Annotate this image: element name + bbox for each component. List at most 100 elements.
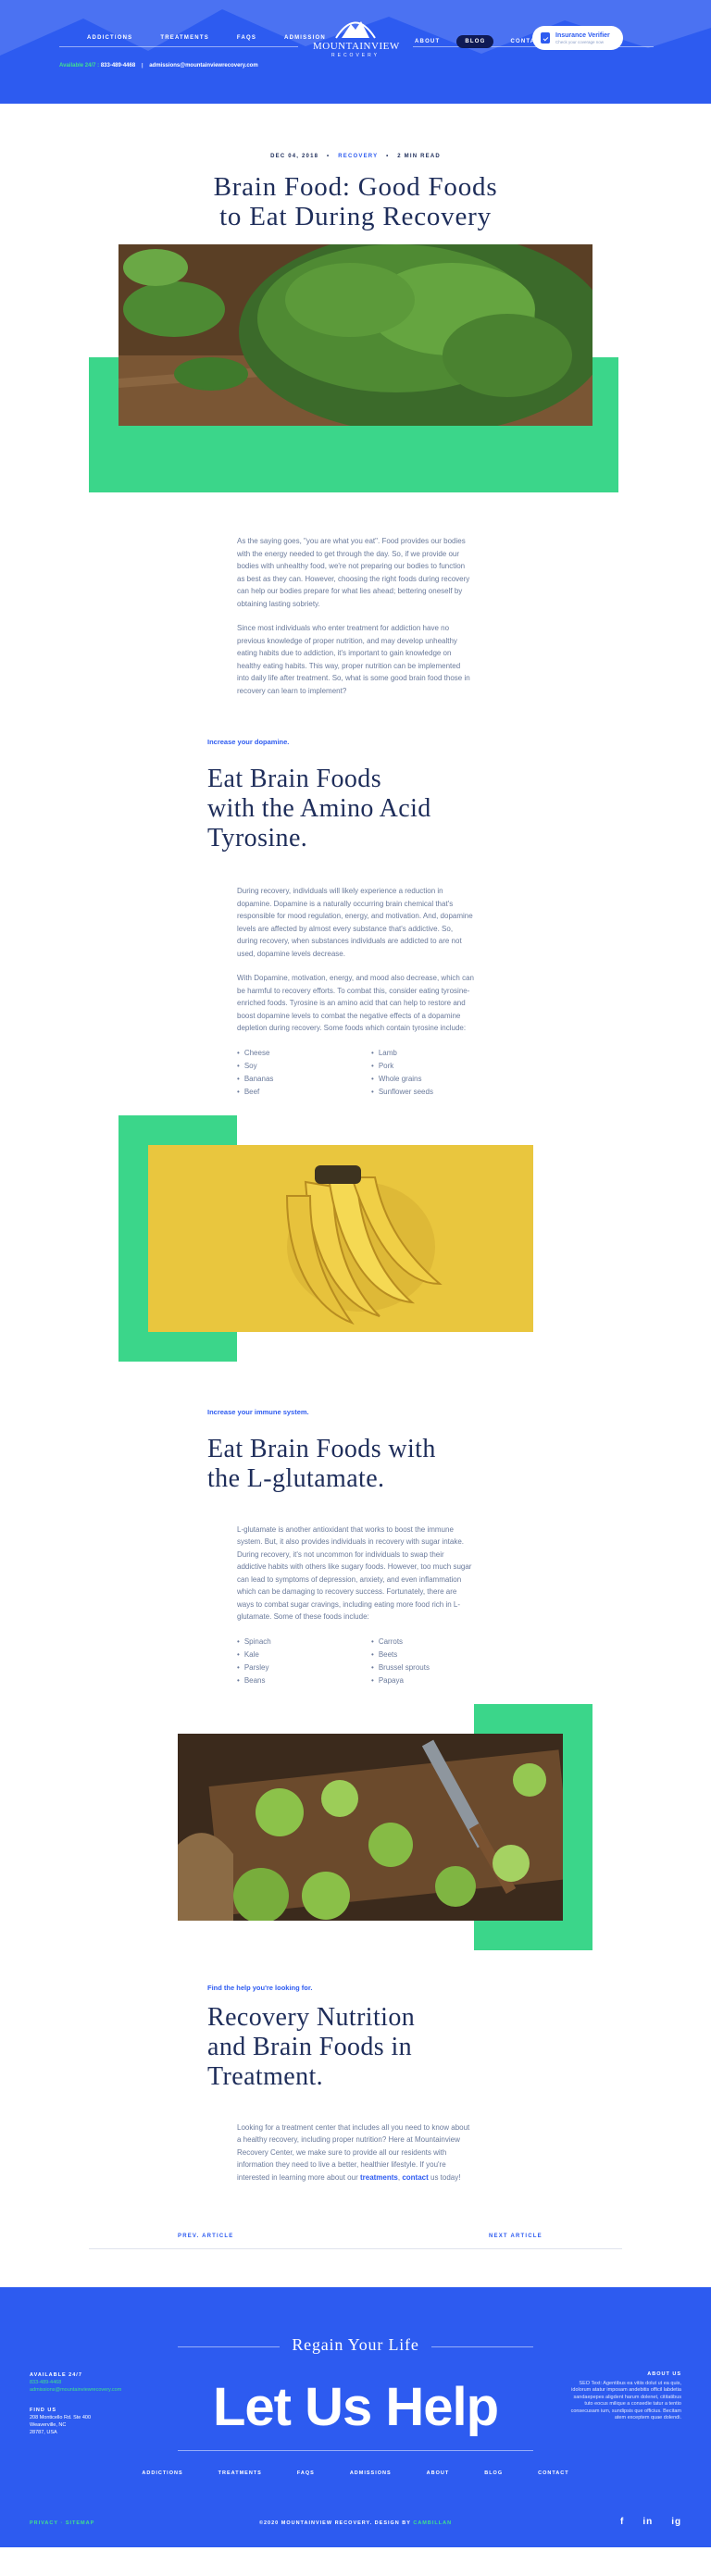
glutamate-food-list: Spinach Kale Parsley Beans Carrots Beets… [237, 1636, 711, 1687]
footer-nav: ADDICTIONS TREATMENTS FAQS ADMISSIONS AB… [0, 2470, 711, 2476]
section3-heading: Recovery Nutrition and Brain Foods in Tr… [207, 2003, 711, 2092]
footer-nav-admissions[interactable]: ADMISSIONS [350, 2470, 392, 2476]
footer-nav-faqs[interactable]: FAQS [297, 2470, 315, 2476]
insurance-verifier-button[interactable]: Insurance Verifier Check your coverage n… [532, 26, 623, 50]
linkedin-icon[interactable]: in [642, 2517, 653, 2527]
header-phone-separator: : [97, 63, 100, 68]
footer-email-link[interactable]: admissions@mountainviewrecovery.com [30, 2386, 121, 2394]
footer-nav-treatments[interactable]: TREATMENTS [218, 2470, 262, 2476]
nav-faqs[interactable]: FAQS [237, 35, 256, 41]
section2-paragraph-1: L-glutamate is another antioxidant that … [237, 1524, 472, 1622]
section3-heading-line-3: Treatment. [207, 2061, 324, 2091]
footer-nav-addictions[interactable]: ADDICTIONS [142, 2470, 182, 2476]
logo-subtitle: RECOVERY [331, 53, 380, 58]
title-line-1: Brain Food: Good Foods [213, 172, 498, 202]
section2-heading: Eat Brain Foods with the L-glutamate. [207, 1435, 711, 1494]
header-phone-link[interactable]: 833-489-4468 [101, 63, 135, 68]
section2-eyebrow: Increase your immune system. [207, 1407, 309, 1416]
section1-paragraph-1: During recovery, individuals will likely… [237, 887, 473, 958]
list-item: Brussel sprouts [371, 1661, 505, 1674]
list-item: Soy [237, 1060, 371, 1073]
header-contact-divider: | [141, 63, 143, 68]
contact-link[interactable]: contact [402, 2173, 428, 2182]
nav-blog-active[interactable]: BLOG [456, 35, 494, 48]
list-item: Lamb [371, 1047, 505, 1060]
section3-heading-line-1: Recovery Nutrition [207, 2002, 416, 2032]
title-line-2: to Eat During Recovery [219, 202, 492, 231]
brussels-sprouts-photo [178, 1733, 563, 1921]
section1-heading-line-2: with the Amino Acid [207, 794, 431, 823]
hero-image-block [0, 244, 711, 509]
footer-contact-column: AVAILABLE 24/7 833-489-4468 admissions@m… [30, 2371, 121, 2436]
tyrosine-list-col-2: Lamb Pork Whole grains Sunflower seeds [371, 1047, 505, 1099]
footer-phone-link[interactable]: 833-489-4468 [30, 2379, 121, 2386]
next-article-link[interactable]: NEXT ARTICLE [489, 2234, 543, 2239]
list-item: Beets [371, 1649, 505, 1661]
social-links: f in ig [620, 2517, 681, 2527]
header-email-link[interactable]: admissions@mountainviewrecovery.com [149, 63, 257, 68]
footer-address-line-2: Weaverville, NC [30, 2422, 67, 2428]
section1-text: During recovery, individuals will likely… [237, 885, 474, 1035]
footer-about-column: ABOUT US SEO Text: Agentibus ea vitiis d… [570, 2371, 681, 2422]
footer-about-label: ABOUT US [647, 2371, 681, 2377]
verify-title: Insurance Verifier [555, 31, 610, 39]
header-contact-line: Available 24/7 : 833-489-4468 | admissio… [59, 63, 258, 68]
list-item: Whole grains [371, 1073, 505, 1086]
list-item: Parsley [237, 1661, 371, 1674]
tyrosine-food-list: Cheese Soy Bananas Beef Lamb Pork Whole … [237, 1047, 711, 1099]
primary-nav-left: ADDICTIONS TREATMENTS FAQS ADMISSION [87, 35, 326, 41]
copyright-text: ©2020 MOUNTAINVIEW RECOVERY. DESIGN BY [258, 2520, 414, 2526]
section2-text: L-glutamate is another antioxidant that … [237, 1524, 474, 1624]
nav-addictions[interactable]: ADDICTIONS [87, 35, 132, 41]
list-item: Papaya [371, 1674, 505, 1687]
article-pager: PREV. ARTICLE NEXT ARTICLE [0, 2234, 711, 2271]
nav-treatments[interactable]: TREATMENTS [160, 35, 209, 41]
page-title: Brain Food: Good Foods to Eat During Rec… [0, 172, 711, 231]
footer-nav-contact[interactable]: CONTACT [538, 2470, 568, 2476]
list-item: Kale [237, 1649, 371, 1661]
meta-dot: • [327, 154, 331, 159]
post-read-time: 2 MIN READ [397, 154, 441, 159]
post-date: DEC 04, 2018 [270, 154, 319, 159]
site-header: ADDICTIONS TREATMENTS FAQS ADMISSION MOU… [0, 0, 711, 104]
pager-divider [89, 2248, 622, 2249]
available-label: Available 24/7 [59, 63, 96, 68]
design-by-link[interactable]: CAMBILLAN [413, 2520, 452, 2526]
post-category-link[interactable]: RECOVERY [338, 154, 378, 159]
footer-nav-blog[interactable]: BLOG [484, 2470, 503, 2476]
section3-eyebrow: Find the help you're looking for. [207, 1983, 313, 1992]
footer-address-line-3: 28787, USA [30, 2430, 57, 2435]
section1-heading-line-3: Tyrosine. [207, 824, 308, 852]
document-check-icon [541, 32, 550, 44]
section2-heading-line-2: the L-glutamate. [207, 1463, 385, 1493]
section3-heading-line-2: and Brain Foods in [207, 2032, 413, 2061]
site-logo[interactable]: MOUNTAINVIEW RECOVERY [313, 13, 399, 58]
nav-about[interactable]: ABOUT [415, 39, 440, 44]
banana-photo [148, 1144, 533, 1332]
list-item: Pork [371, 1060, 505, 1073]
intro-paragraph-2: Since most individuals who enter treatme… [237, 624, 470, 695]
sprouts-image-block [0, 1703, 711, 1950]
tyrosine-list-col-1: Cheese Soy Bananas Beef [237, 1047, 371, 1099]
footer-available-label: AVAILABLE 24/7 [30, 2372, 82, 2378]
list-item: Bananas [237, 1073, 371, 1086]
section1-paragraph-2: With Dopamine, motivation, energy, and m… [237, 974, 474, 1032]
intro-paragraph-1: As the saying goes, "you are what you ea… [237, 537, 470, 608]
post-meta: DEC 04, 2018 • RECOVERY • 2 MIN READ [0, 154, 711, 159]
prev-article-link[interactable]: PREV. ARTICLE [178, 2234, 234, 2239]
meta-dot: • [386, 154, 390, 159]
section3-paragraph-1: Looking for a treatment center that incl… [237, 2122, 474, 2184]
verify-subtitle: Check your coverage now [555, 39, 605, 44]
footer-copyright: ©2020 MOUNTAINVIEW RECOVERY. DESIGN BY C… [0, 2520, 711, 2526]
list-item: Spinach [237, 1636, 371, 1649]
glutamate-list-col-2: Carrots Beets Brussel sprouts Papaya [371, 1636, 505, 1687]
glutamate-list-col-1: Spinach Kale Parsley Beans [237, 1636, 371, 1687]
list-item: Sunflower seeds [371, 1086, 505, 1099]
list-item: Cheese [237, 1047, 371, 1060]
footer-nav-about[interactable]: ABOUT [427, 2470, 450, 2476]
facebook-icon[interactable]: f [620, 2517, 624, 2527]
instagram-icon[interactable]: ig [671, 2517, 681, 2527]
treatments-link[interactable]: treatments [360, 2173, 398, 2182]
footer-help-divider [178, 2450, 533, 2451]
spinach-photo [118, 244, 592, 426]
